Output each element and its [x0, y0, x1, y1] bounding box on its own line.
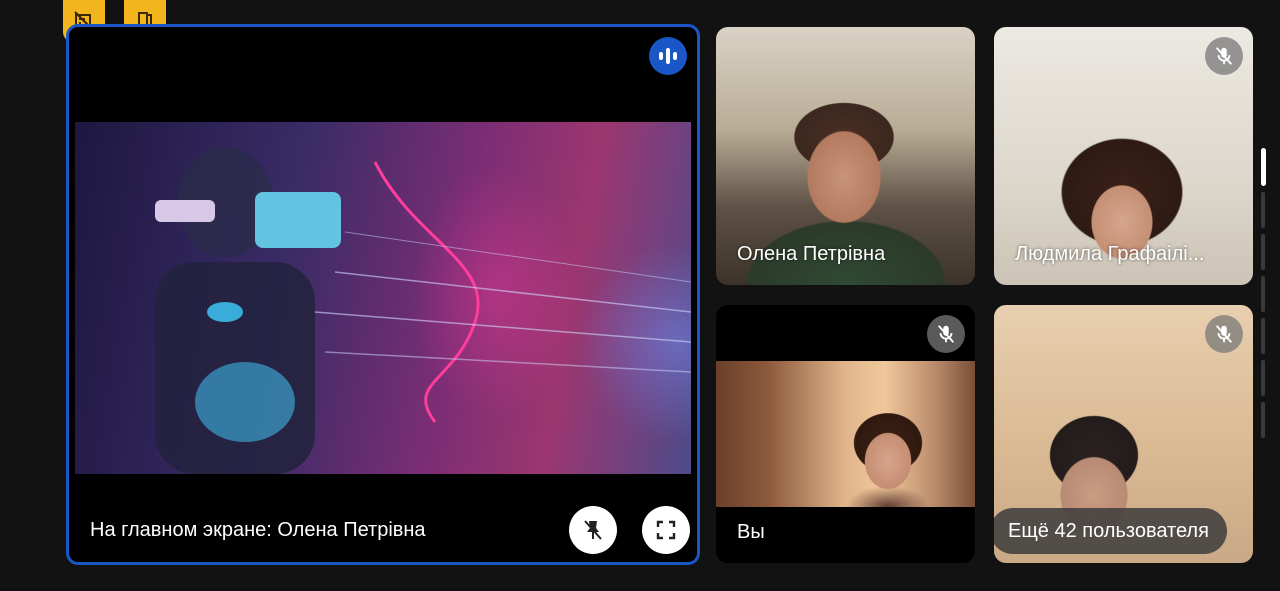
vr-illustration	[155, 147, 691, 474]
main-presentation-tile[interactable]: На главном экране: Олена Петрівна	[66, 24, 700, 565]
mic-off-icon	[927, 315, 965, 353]
speaking-indicator-icon	[649, 37, 687, 75]
main-video	[75, 122, 691, 474]
participant-tile-self[interactable]: Вы	[716, 305, 975, 563]
unpin-icon	[584, 520, 602, 540]
participant-tile-lyudmila[interactable]: Людмила Графаілі...	[994, 27, 1253, 285]
self-video	[716, 361, 975, 507]
participant-tile-olena[interactable]: Олена Петрівна	[716, 27, 975, 285]
participant-name: Вы	[737, 521, 765, 543]
fullscreen-button[interactable]	[642, 506, 690, 554]
participant-name: Людмила Графаілі...	[1015, 243, 1205, 265]
more-participants-button[interactable]: Ещё 42 пользователя	[994, 508, 1227, 554]
participants-scrollbar[interactable]	[1261, 148, 1266, 443]
unpin-button[interactable]	[569, 506, 617, 554]
participant-tile-more[interactable]: Ещё 42 пользователя	[994, 305, 1253, 563]
participant-name: Олена Петрівна	[737, 243, 886, 265]
mic-off-icon	[1205, 315, 1243, 353]
mic-off-icon	[1205, 37, 1243, 75]
scrollbar-thumb[interactable]	[1261, 148, 1266, 186]
fullscreen-icon	[656, 520, 676, 540]
main-caption: На главном экране: Олена Петрівна	[90, 519, 426, 541]
